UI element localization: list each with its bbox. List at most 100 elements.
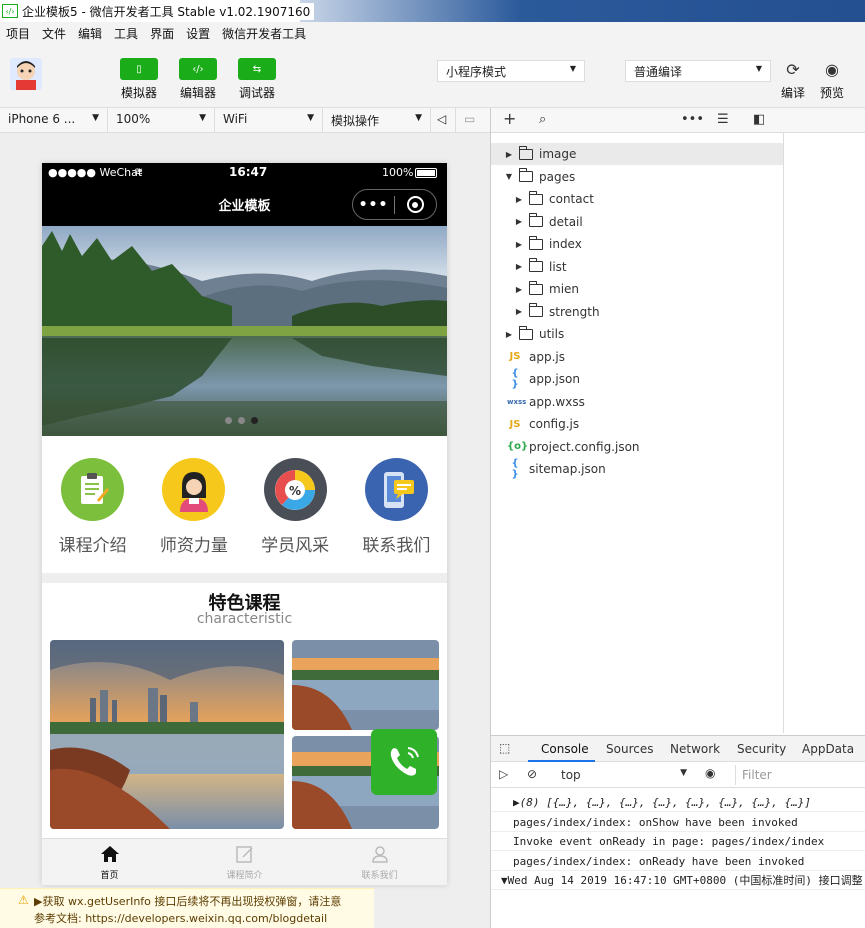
phone-tab-bar: 首页 课程简介 联系我们 (42, 838, 447, 885)
feature-student-style[interactable]: % 学员风采 (245, 436, 346, 573)
more-icon[interactable]: ••• (681, 112, 704, 127)
menu-interface[interactable]: 界面 (144, 25, 180, 42)
console-line[interactable]: ▼Wed Aug 14 2019 16:47:10 GMT+0800 (中国标准… (491, 871, 865, 890)
tree-label: app.js (529, 349, 565, 364)
tree-label: list (549, 259, 567, 274)
tree-folder-strength[interactable]: ▶ strength (491, 301, 783, 323)
tab-contact[interactable]: 联系我们 (312, 839, 447, 885)
mute-button[interactable]: ◁ (431, 108, 456, 133)
tree-folder-pages[interactable]: ▼ pages (491, 166, 783, 188)
carousel-dot[interactable] (225, 417, 232, 424)
tree-folder-image[interactable]: ▶ image (491, 143, 783, 165)
search-icon[interactable]: ⌕ (539, 112, 546, 127)
preview-button[interactable]: ◉ 预览 (816, 60, 848, 101)
mode-select[interactable]: 小程序模式 ▼ (437, 60, 585, 82)
chevron-right-icon[interactable]: ▶ (513, 262, 525, 271)
carousel-dot-active[interactable] (251, 417, 258, 424)
menu-devtools[interactable]: 微信开发者工具 (216, 25, 312, 42)
app-logo-icon: ‹/› (2, 4, 18, 18)
collapse-icon[interactable]: ☰ (717, 112, 729, 127)
close-miniprogram-icon[interactable] (395, 196, 436, 213)
chevron-right-icon[interactable]: ▶ (503, 150, 515, 159)
menu-file[interactable]: 文件 (36, 25, 72, 42)
tab-home[interactable]: 首页 (42, 839, 177, 885)
chevron-right-icon[interactable]: ▶ (513, 240, 525, 249)
eye-icon[interactable]: ◉ (705, 766, 715, 780)
console-line[interactable]: ▶(8) [{…}, {…}, {…}, {…}, {…}, {…}, {…},… (491, 793, 865, 812)
chevron-right-icon[interactable]: ▶ (513, 195, 525, 204)
debug-console: ⬚ Console Sources Network Security AppDa… (491, 735, 865, 928)
tree-folder-mien[interactable]: ▶ mien (491, 278, 783, 300)
wifi-icon: ≋ (134, 165, 144, 178)
compile-button[interactable]: ⟳ 编译 (777, 60, 809, 101)
simulate-action-select[interactable]: 模拟操作 ▼ (323, 108, 431, 133)
zoom-value: 100% (116, 112, 151, 126)
chevron-right-icon[interactable]: ▶ (513, 285, 525, 294)
call-floating-button[interactable] (371, 729, 437, 795)
tree-file[interactable]: JS config.js (491, 413, 783, 435)
tree-folder-index[interactable]: ▶ index (491, 233, 783, 255)
menu-edit[interactable]: 编辑 (72, 25, 108, 42)
tab-network[interactable]: Network (670, 742, 720, 756)
tree-file[interactable]: JS app.js (491, 346, 783, 368)
tree-folder-utils[interactable]: ▶ utils (491, 323, 783, 345)
tree-folder-detail[interactable]: ▶ detail (491, 211, 783, 233)
mode-value: 小程序模式 (446, 65, 507, 79)
feature-course-intro[interactable]: 课程介绍 (42, 436, 143, 573)
console-warning: ⚠ ▶获取 wx.getUserInfo 接口后续将不再出现授权弹窗，请注意 参… (0, 888, 374, 928)
detach-button[interactable]: ▭ (456, 108, 490, 133)
banner-carousel[interactable] (42, 226, 447, 436)
device-select[interactable]: iPhone 6 ... ▼ (0, 108, 108, 133)
network-select[interactable]: WiFi ▼ (215, 108, 323, 133)
tree-label: utils (539, 327, 565, 341)
warning-icon: ⚠ (18, 893, 29, 907)
code-icon: ‹/› (179, 58, 217, 80)
tree-folder-list[interactable]: ▶ list (491, 256, 783, 278)
debugger-button[interactable]: ⇆ 调试器 (237, 58, 277, 101)
warning-doc-link[interactable]: 参考文档: https://developers.weixin.qq.com/b… (34, 910, 327, 926)
add-file-icon[interactable]: + (503, 109, 516, 128)
carousel-dot[interactable] (238, 417, 245, 424)
sidebar-toggle-icon[interactable]: ▷ (499, 767, 508, 781)
tab-console[interactable]: Console (541, 742, 589, 756)
tree-file[interactable]: { } sitemap.json (491, 458, 783, 480)
wxss-file-icon: wxss (507, 397, 527, 406)
tree-file[interactable]: {o} project.config.json (491, 436, 783, 458)
console-filter-input[interactable]: Filter (735, 765, 865, 785)
feature-teachers[interactable]: 师资力量 (143, 436, 244, 573)
tab-appdata[interactable]: AppData (802, 742, 854, 756)
tab-course-intro[interactable]: 课程简介 (177, 839, 312, 885)
chevron-right-icon[interactable]: ▶ (513, 307, 525, 316)
tab-sources[interactable]: Sources (606, 742, 653, 756)
course-image-large[interactable] (50, 640, 284, 829)
chevron-down-icon: ▼ (199, 113, 206, 123)
tree-folder-contact[interactable]: ▶ contact (491, 188, 783, 210)
menu-tools[interactable]: 工具 (108, 25, 144, 42)
window-titlebar: ‹/› 企业模板5 - 微信开发者工具 Stable v1.02.1907160 (0, 0, 865, 22)
device-value: iPhone 6 ... (8, 112, 76, 126)
folder-icon (519, 325, 533, 340)
context-select[interactable]: top ▼ (555, 765, 695, 785)
feature-label: 师资力量 (159, 536, 228, 556)
compile-mode-select[interactable]: 普通编译 ▼ (625, 60, 771, 82)
course-image-small-1[interactable] (292, 640, 439, 730)
tree-file[interactable]: { } app.json (491, 368, 783, 390)
menu-project[interactable]: 项目 (0, 25, 36, 42)
tree-file[interactable]: wxss app.wxss (491, 391, 783, 413)
layout-icon[interactable]: ◧ (753, 112, 765, 127)
simulator-button[interactable]: ▯ 模拟器 (119, 58, 159, 101)
user-avatar[interactable] (10, 58, 42, 90)
feature-contact[interactable]: 联系我们 (346, 436, 447, 573)
inspect-icon[interactable]: ⬚ (499, 741, 510, 755)
chevron-right-icon[interactable]: ▶ (503, 330, 515, 339)
zoom-select[interactable]: 100% ▼ (108, 108, 215, 133)
more-icon[interactable]: ••• (353, 197, 394, 213)
editor-button[interactable]: ‹/› 编辑器 (178, 58, 218, 101)
tab-security[interactable]: Security (737, 742, 786, 756)
pie-chart-icon: % (263, 458, 327, 521)
clear-console-icon[interactable]: ⊘ (527, 767, 537, 781)
eye-icon: ◉ (825, 60, 839, 79)
chevron-right-icon[interactable]: ▶ (513, 217, 525, 226)
chevron-down-icon[interactable]: ▼ (503, 172, 515, 181)
menu-settings[interactable]: 设置 (180, 25, 216, 42)
